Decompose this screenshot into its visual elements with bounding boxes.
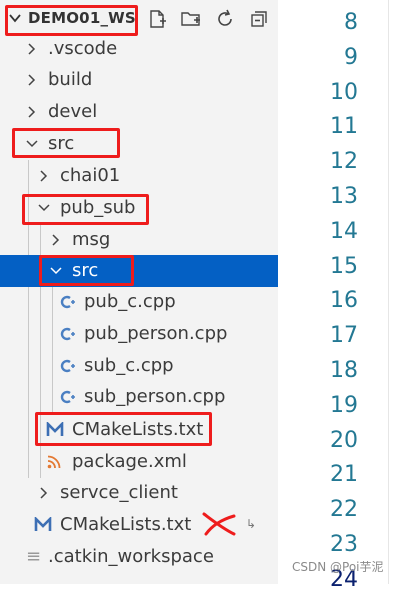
tree-item-label: servce_client (60, 482, 178, 503)
collapse-all-icon[interactable] (248, 8, 270, 30)
chevron-down-icon (50, 267, 62, 275)
line-number: 16 (330, 288, 358, 314)
line-number: 11 (330, 114, 358, 140)
line-number: 9 (344, 44, 358, 70)
chevron-right-icon (40, 487, 48, 499)
line-number: 15 (330, 253, 358, 279)
tree-item-label: CMakeLists.txt (60, 514, 192, 535)
chevron-right-icon (28, 106, 36, 118)
line-number: 18 (330, 358, 358, 383)
tree-folder-src[interactable]: src (0, 128, 278, 160)
tree-item-label: devel (48, 101, 98, 122)
cpp-file-icon (60, 295, 75, 309)
tree-file-pub-c-cpp[interactable]: pub_c.cpp (0, 286, 278, 318)
tree-folder-devel[interactable]: devel (0, 96, 278, 128)
generic-file-icon: ≡ (26, 546, 42, 567)
line-number: 23 (330, 532, 358, 557)
line-number: 8 (344, 10, 358, 35)
cpp-file-icon (60, 390, 75, 404)
tree-file-cmakelists-pubsub[interactable]: CMakeLists.txt (0, 414, 278, 446)
tree-file-sub-c-cpp[interactable]: sub_c.cpp (0, 350, 278, 382)
cpp-file-icon (60, 327, 75, 341)
tree-item-label: pub_c.cpp (84, 291, 176, 312)
line-number: 19 (330, 392, 358, 418)
tree-item-label: sub_c.cpp (84, 355, 174, 376)
cmake-file-icon (34, 517, 52, 531)
tree-file-sub-person-cpp[interactable]: sub_person.cpp (0, 381, 278, 413)
explorer-panel: DEMO01_WS .vscode build devel src chai01… (0, 0, 278, 584)
chevron-down-icon (26, 140, 38, 148)
tree-item-label: src (48, 133, 75, 154)
tree-item-label: build (48, 69, 93, 90)
tree-item-label: .catkin_workspace (48, 546, 214, 567)
tree-item-label: pub_person.cpp (84, 323, 228, 344)
tree-folder-msg[interactable]: msg (0, 224, 278, 256)
line-number: 22 (330, 497, 358, 523)
chevron-right-icon (28, 74, 36, 86)
line-number: 12 (330, 149, 358, 175)
tree-folder-build[interactable]: build (0, 64, 278, 96)
line-number: 20 (330, 427, 358, 453)
tree-file-pub-person-cpp[interactable]: pub_person.cpp (0, 318, 278, 350)
tree-file-catkin-workspace[interactable]: ≡ .catkin_workspace (0, 541, 278, 573)
chevron-right-icon (40, 170, 48, 182)
chevron-right-icon (52, 234, 60, 246)
editor-ruler-line (388, 0, 389, 584)
watermark-text: CSDN @Poi芋泥 (292, 560, 384, 574)
rss-xml-file-icon (47, 455, 61, 469)
tree-folder-vscode[interactable]: .vscode (0, 33, 278, 65)
annotation-cross-icon (202, 512, 236, 536)
tree-item-label: CMakeLists.txt (72, 419, 204, 440)
cmake-file-icon (46, 422, 64, 436)
tree-folder-servce-client[interactable]: servce_client (0, 477, 278, 509)
line-number: 13 (330, 184, 358, 209)
tree-folder-src-selected[interactable]: src (0, 255, 278, 287)
tree-item-label: src (72, 260, 99, 281)
tree-file-package-xml[interactable]: package.xml (0, 446, 278, 478)
cpp-file-icon (60, 359, 75, 373)
tree-item-label: chai01 (60, 165, 121, 186)
tree-item-label: pub_sub (60, 197, 136, 218)
return-arrow-icon: ↳ (246, 517, 257, 531)
line-number: 14 (330, 218, 358, 244)
refresh-icon[interactable] (214, 8, 236, 30)
new-folder-icon[interactable] (180, 8, 202, 30)
new-file-icon[interactable] (146, 8, 168, 30)
chevron-down-icon[interactable] (8, 11, 22, 25)
tree-item-label: sub_person.cpp (84, 386, 226, 407)
workspace-title[interactable]: DEMO01_WS (28, 9, 136, 27)
tree-item-label: msg (72, 229, 111, 250)
tree-item-label: package.xml (72, 451, 187, 472)
tree-folder-pub-sub[interactable]: pub_sub (0, 192, 278, 224)
line-number: 21 (330, 462, 358, 488)
chevron-down-icon (38, 204, 50, 212)
line-number: 17 (330, 323, 358, 349)
tree-folder-chai01[interactable]: chai01 (0, 160, 278, 192)
chevron-right-icon (28, 43, 36, 55)
line-number: 10 (330, 79, 358, 105)
tree-item-label: .vscode (48, 38, 118, 59)
